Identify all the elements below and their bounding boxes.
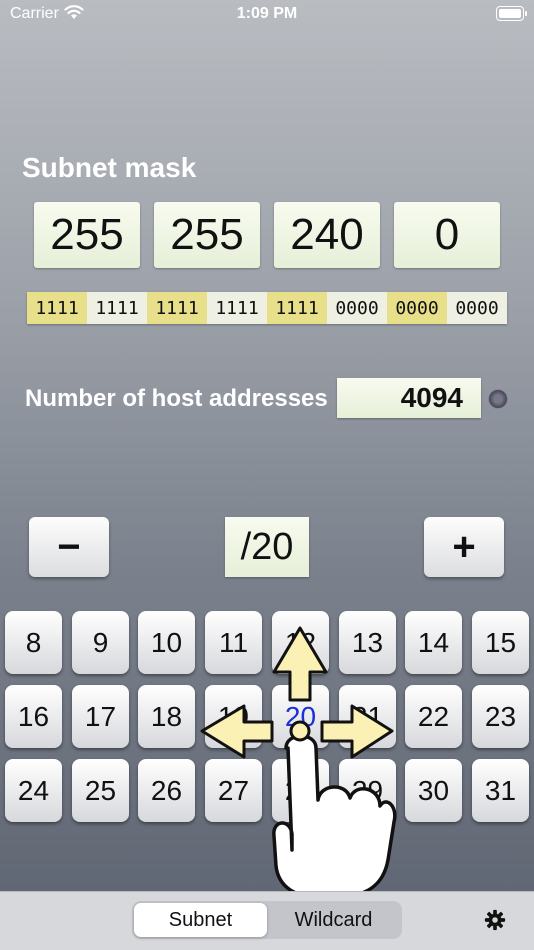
- key-13[interactable]: 13: [339, 611, 396, 674]
- key-20[interactable]: 20: [272, 685, 329, 748]
- info-dot-icon[interactable]: [488, 389, 508, 409]
- bit-group: 0000: [327, 292, 387, 324]
- key-27[interactable]: 27: [205, 759, 262, 822]
- bit-group: 0000: [387, 292, 447, 324]
- bit-group: 1111: [207, 292, 267, 324]
- tab-wildcard[interactable]: Wildcard: [267, 903, 400, 937]
- gear-icon[interactable]: [484, 909, 506, 931]
- key-9[interactable]: 9: [72, 611, 129, 674]
- key-19[interactable]: 19: [205, 685, 262, 748]
- key-31[interactable]: 31: [472, 759, 529, 822]
- key-26[interactable]: 26: [138, 759, 195, 822]
- key-15[interactable]: 15: [472, 611, 529, 674]
- key-17[interactable]: 17: [72, 685, 129, 748]
- prefix-length: /20: [225, 517, 309, 577]
- bottom-toolbar: Subnet Wildcard: [0, 891, 534, 950]
- key-24[interactable]: 24: [5, 759, 62, 822]
- key-14[interactable]: 14: [405, 611, 462, 674]
- bit-group: 1111: [87, 292, 147, 324]
- octet-2[interactable]: 255: [154, 202, 260, 268]
- bit-group: 1111: [147, 292, 207, 324]
- page-title: Subnet mask: [22, 152, 197, 183]
- key-18[interactable]: 18: [138, 685, 195, 748]
- key-11[interactable]: 11: [205, 611, 262, 674]
- key-25[interactable]: 25: [72, 759, 129, 822]
- key-16[interactable]: 16: [5, 685, 62, 748]
- key-8[interactable]: 8: [5, 611, 62, 674]
- mode-segmented-control: Subnet Wildcard: [132, 901, 402, 939]
- tab-subnet[interactable]: Subnet: [134, 903, 267, 937]
- binary-mask: 1111 1111 1111 1111 1111 0000 0000 0000: [27, 292, 507, 324]
- status-bar: Carrier 1:09 PM: [0, 0, 534, 30]
- key-29[interactable]: 29: [339, 759, 396, 822]
- host-count-value: 4094: [337, 378, 481, 418]
- decrement-button[interactable]: −: [29, 517, 109, 577]
- increment-button[interactable]: +: [424, 517, 504, 577]
- octet-1[interactable]: 255: [34, 202, 140, 268]
- key-23[interactable]: 23: [472, 685, 529, 748]
- key-22[interactable]: 22: [405, 685, 462, 748]
- key-28[interactable]: 28: [272, 759, 329, 822]
- bit-group: 1111: [267, 292, 327, 324]
- host-count-label: Number of host addresses: [25, 385, 328, 412]
- key-10[interactable]: 10: [138, 611, 195, 674]
- bit-group: 0000: [447, 292, 507, 324]
- key-30[interactable]: 30: [405, 759, 462, 822]
- octet-3[interactable]: 240: [274, 202, 380, 268]
- status-time: 1:09 PM: [236, 5, 298, 22]
- octet-4[interactable]: 0: [394, 202, 500, 268]
- battery-icon: [496, 6, 527, 21]
- bit-group: 1111: [27, 292, 87, 324]
- key-21[interactable]: 21: [339, 685, 396, 748]
- key-12[interactable]: 12: [272, 611, 329, 674]
